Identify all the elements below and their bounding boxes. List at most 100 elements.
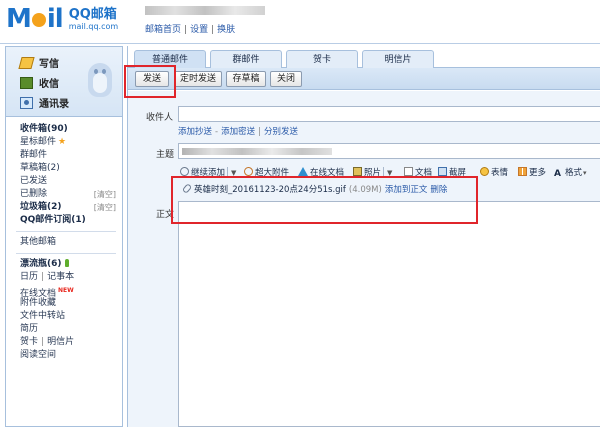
tab-group-mail[interactable]: 群邮件: [210, 50, 282, 68]
compose-panel: 写信 收信 通讯录: [6, 47, 122, 117]
chevron-down-icon[interactable]: ▼: [387, 169, 392, 177]
tab-normal-mail[interactable]: 普通邮件: [134, 50, 206, 69]
clear-deleted-link[interactable]: [清空]: [94, 188, 116, 201]
big-attachment-button[interactable]: 超大附件: [242, 165, 290, 178]
folder-label: 简历: [20, 324, 39, 334]
big-paperclip-icon: [242, 165, 255, 178]
folder-group-mail[interactable]: 群邮件: [6, 149, 122, 162]
link-notes[interactable]: 记事本: [47, 272, 74, 282]
logo-domain: mail.qq.com: [68, 21, 119, 31]
folder-label: 草稿箱(2): [20, 163, 60, 173]
folder-resume[interactable]: 简历: [6, 323, 122, 336]
more-icon: [518, 167, 527, 176]
header-divider: [0, 43, 600, 44]
separator: |: [41, 337, 45, 347]
folder-reading-space[interactable]: 阅读空间: [6, 349, 122, 362]
paperclip-icon: [178, 165, 191, 178]
folder-spam[interactable]: 垃圾箱(2) [清空]: [6, 201, 122, 214]
body-editor[interactable]: [178, 201, 600, 427]
photo-icon: [353, 167, 362, 176]
chevron-down-icon: ▾: [583, 169, 587, 177]
add-bcc-link[interactable]: 添加密送: [221, 127, 255, 137]
emoji-button[interactable]: 表情: [480, 166, 508, 178]
sidebar-receive-mail[interactable]: 收信: [20, 75, 59, 90]
link-calendar[interactable]: 日历: [20, 272, 38, 282]
online-doc-button[interactable]: 在线文档: [298, 166, 344, 178]
penguin-mascot-icon: [80, 57, 118, 101]
inbox-icon: [20, 76, 33, 89]
button-label: 继续添加: [191, 168, 226, 178]
add-cc-link[interactable]: 添加抄送: [178, 127, 212, 137]
compose-tabs: 普通邮件 群邮件 贺卡 明信片: [128, 46, 600, 69]
sidebar: 写信 收信 通讯录 收件箱(90) 星标邮件 ★ 群邮件 草稿箱(2) 已发送 已…: [5, 46, 123, 427]
folder-label: 文件中转站: [20, 311, 66, 321]
attachment-filename[interactable]: 英雄时刻_20161123-20点24分51s.gif: [194, 185, 346, 195]
screenshot-icon: [438, 167, 447, 176]
folder-subscriptions[interactable]: QQ邮件订阅(1): [6, 214, 122, 227]
link-postcard[interactable]: 明信片: [47, 337, 74, 347]
add-to-body-link[interactable]: 添加到正文: [385, 185, 428, 195]
folder-attachment-favorites[interactable]: 附件收藏: [6, 297, 122, 310]
folder-list: 收件箱(90) 星标邮件 ★ 群邮件 草稿箱(2) 已发送 已删除 [清空] 垃圾箱…: [6, 123, 122, 362]
qq-mail-logo[interactable]: M il QQ邮箱 mail.qq.com: [6, 4, 118, 34]
schedule-send-button[interactable]: 定时发送: [174, 71, 222, 87]
folder-inbox[interactable]: 收件箱(90): [6, 123, 122, 136]
continue-attach-button[interactable]: 继续添加 ▼: [178, 165, 236, 178]
folder-drafts[interactable]: 草稿箱(2): [6, 162, 122, 175]
receive-label: 收信: [39, 79, 59, 90]
more-button[interactable]: 更多: [518, 166, 546, 178]
subject-label: 主题: [156, 150, 175, 160]
screenshot-button[interactable]: 截屏: [438, 166, 466, 178]
photo-button[interactable]: 照片 ▼: [353, 166, 392, 178]
subject-field[interactable]: [178, 143, 600, 159]
smile-icon: [480, 167, 489, 176]
separate-send-link[interactable]: 分别发送: [264, 127, 298, 137]
button-label: 超大附件: [255, 168, 290, 178]
logo-chinese: QQ邮箱: [68, 6, 117, 22]
clear-spam-link[interactable]: [清空]: [94, 201, 116, 214]
button-label: 文档: [415, 168, 433, 178]
folder-file-transfer[interactable]: 文件中转站: [6, 310, 122, 323]
close-button[interactable]: 关闭: [270, 71, 302, 87]
tab-greeting-card[interactable]: 贺卡: [286, 50, 358, 68]
folder-starred[interactable]: 星标邮件 ★: [6, 136, 122, 149]
link-greeting-card[interactable]: 贺卡: [20, 337, 38, 347]
document-button[interactable]: 文档: [404, 166, 432, 178]
logo-dot-icon: [31, 13, 46, 27]
sidebar-divider: [16, 253, 116, 254]
header: M il QQ邮箱 mail.qq.com 邮箱首页 | 设置 | 换肤: [0, 0, 600, 44]
write-label: 写信: [39, 59, 59, 70]
button-label: 截屏: [449, 168, 467, 178]
sidebar-contacts[interactable]: 通讯录: [20, 95, 69, 110]
tab-postcard[interactable]: 明信片: [362, 50, 434, 68]
folder-label: 阅读空间: [20, 350, 57, 360]
folder-deleted[interactable]: 已删除 [清空]: [6, 188, 122, 201]
delete-attachment-link[interactable]: 删除: [430, 185, 447, 195]
contacts-icon: [20, 96, 33, 109]
folder-drift-bottle[interactable]: 漂流瓶(6): [6, 258, 122, 271]
save-draft-button[interactable]: 存草稿: [226, 71, 266, 87]
send-button[interactable]: 发送: [135, 71, 169, 87]
folder-online-docs[interactable]: 在线文档 NEW: [6, 284, 122, 299]
recipient-options: 添加抄送 - 添加密送 | 分别发送: [178, 125, 298, 137]
chevron-down-icon[interactable]: ▼: [231, 169, 236, 177]
link-mail-home[interactable]: 邮箱首页: [145, 25, 181, 35]
attachment-size: (4.09M): [348, 185, 382, 195]
format-button[interactable]: A 格式▾: [554, 166, 587, 179]
separator: [227, 167, 229, 177]
folder-other-mailboxes[interactable]: 其他邮箱: [6, 236, 122, 249]
separator: [383, 167, 385, 177]
folder-label: 群邮件: [20, 150, 48, 160]
pen-icon: [18, 56, 35, 69]
header-links: 邮箱首页 | 设置 | 换肤: [145, 22, 235, 35]
body-label: 正文: [156, 210, 175, 220]
sidebar-write-mail[interactable]: 写信: [18, 55, 59, 70]
button-label: 表情: [491, 168, 509, 178]
to-field[interactable]: [178, 106, 600, 122]
compose-main: 普通邮件 群邮件 贺卡 明信片 发送 定时发送 存草稿 关闭 收件人 添加抄送 -…: [127, 46, 600, 427]
folder-sent[interactable]: 已发送: [6, 175, 122, 188]
sidebar-cards: 贺卡 | 明信片: [6, 336, 122, 349]
link-settings[interactable]: 设置: [190, 25, 208, 35]
link-change-skin[interactable]: 换肤: [217, 25, 235, 35]
folder-label: 漂流瓶(6): [20, 259, 62, 269]
